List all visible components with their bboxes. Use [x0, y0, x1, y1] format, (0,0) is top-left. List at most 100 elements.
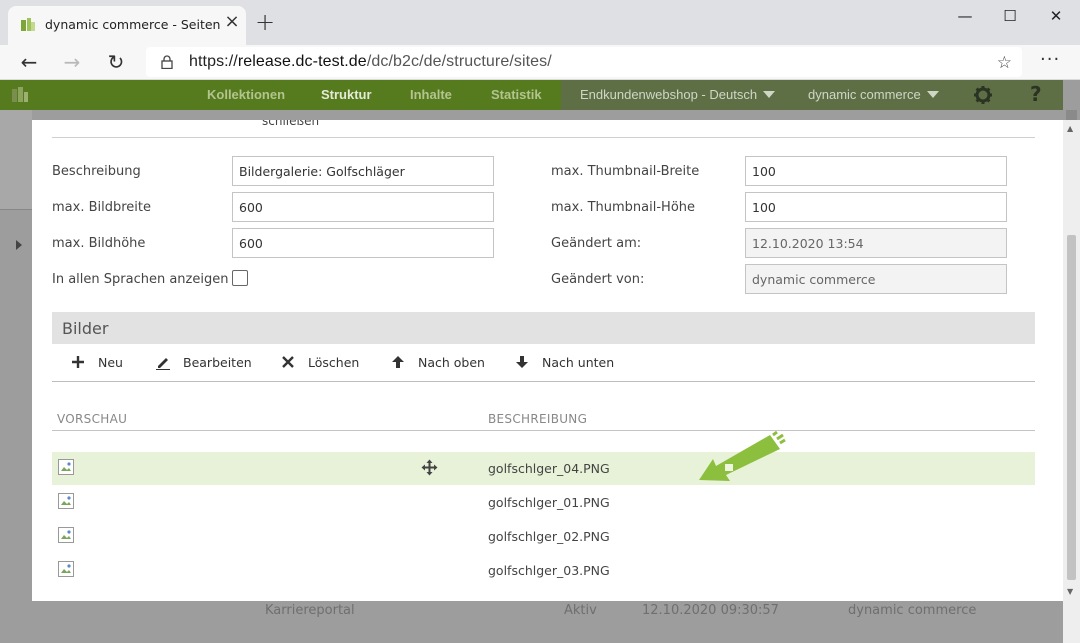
table-row[interactable]: golfschlger_01.PNG	[52, 486, 1035, 519]
bilder-section-header: Bilder	[52, 312, 1035, 344]
refresh-icon[interactable]: ↻	[103, 49, 129, 75]
delete-label: Löschen	[308, 355, 360, 370]
browser-titlebar: dynamic commerce - Seiten × + — ☐ ✕	[0, 0, 1080, 45]
broken-image-icon	[58, 459, 74, 475]
gear-icon[interactable]	[973, 85, 993, 105]
back-icon[interactable]: ←	[16, 49, 42, 75]
table-row[interactable]: golfschlger_02.PNG	[52, 520, 1035, 553]
url-prefix: https://	[189, 53, 238, 70]
all-languages-label: In allen Sprachen anzeigen	[52, 272, 229, 287]
max-bildhoehe-field[interactable]: 600	[232, 228, 494, 258]
geaendert-am-field: 12.10.2020 13:54	[745, 228, 1007, 258]
page-scrollbar-top	[1063, 80, 1080, 120]
section-title: Bilder	[62, 319, 109, 338]
max-thumbnail-hoehe-label: max. Thumbnail-Höhe	[551, 200, 696, 215]
bg-row-name: Karriereportal	[265, 603, 355, 618]
move-down-button[interactable]: Nach unten	[514, 354, 614, 374]
image-gallery-dialog: schließen Beschreibung Bildergalerie: Go…	[32, 120, 1063, 601]
scroll-up-icon[interactable]: ▲	[1067, 124, 1073, 133]
favorite-star-icon[interactable]: ☆	[997, 53, 1012, 73]
address-bar[interactable]: https://release.dc-test.de/dc/b2c/de/str…	[146, 47, 1022, 77]
nav-kollektionen[interactable]: Kollektionen	[207, 87, 285, 102]
maximize-icon[interactable]: ☐	[995, 6, 1025, 26]
geaendert-von-label: Geändert von:	[551, 272, 645, 287]
max-bildhoehe-label: max. Bildhöhe	[52, 236, 146, 251]
divider	[52, 430, 1035, 431]
url-path: /dc/b2c/de/structure/sites/	[366, 53, 552, 70]
col-beschreibung[interactable]: BESCHREIBUNG	[488, 412, 587, 426]
navbar-right: Endkundenwebshop - Deutsch dynamic comme…	[561, 80, 1080, 110]
user-menu[interactable]: dynamic commerce	[808, 87, 939, 102]
scrollbar-thumb[interactable]	[1067, 235, 1076, 580]
max-thumbnail-hoehe-field[interactable]: 100	[745, 192, 1007, 222]
beschreibung-field[interactable]: Bildergalerie: Golfschläger	[232, 156, 494, 186]
col-vorschau[interactable]: VORSCHAU	[57, 412, 127, 426]
geaendert-von-field: dynamic commerce	[745, 264, 1007, 294]
url-text: https://release.dc-test.de/dc/b2c/de/str…	[189, 53, 552, 71]
beschreibung-label: Beschreibung	[52, 164, 141, 179]
pointer-arrow-icon	[699, 431, 786, 481]
row-description: golfschlger_03.PNG	[488, 563, 610, 578]
chevron-down-icon	[763, 91, 776, 98]
arrow-up-icon	[392, 356, 404, 368]
help-icon[interactable]: ?	[1030, 82, 1042, 106]
new-label: Neu	[98, 355, 123, 370]
move-down-label: Nach unten	[542, 355, 615, 370]
move-up-label: Nach oben	[418, 355, 485, 370]
max-thumbnail-breite-label: max. Thumbnail-Breite	[551, 164, 700, 179]
url-host: release.dc-test.de	[237, 53, 367, 70]
shop-selector[interactable]: Endkundenwebshop - Deutsch	[580, 87, 776, 102]
dynamic-commerce-logo	[12, 87, 28, 102]
edit-label: Bearbeiten	[183, 355, 252, 370]
minimize-icon[interactable]: —	[950, 6, 980, 26]
divider	[52, 137, 1035, 138]
broken-image-icon	[58, 493, 74, 509]
shop-selector-label: Endkundenwebshop - Deutsch	[580, 87, 758, 102]
tab-close-icon[interactable]: ×	[223, 13, 241, 31]
table-row[interactable]: golfschlger_03.PNG	[52, 554, 1035, 587]
tab-title: dynamic commerce - Seiten	[45, 17, 221, 32]
move-handle-icon[interactable]	[421, 459, 438, 476]
nav-inhalte[interactable]: Inhalte	[410, 87, 452, 102]
new-button[interactable]: Neu	[70, 354, 123, 374]
forward-icon[interactable]: →	[59, 49, 85, 75]
nav-statistik[interactable]: Statistik	[491, 87, 542, 102]
browser-tab[interactable]: dynamic commerce - Seiten ×	[8, 6, 246, 45]
bg-row-user: dynamic commerce	[848, 603, 977, 618]
row-description: golfschlger_02.PNG	[488, 529, 610, 544]
arrow-down-icon	[516, 356, 528, 368]
chevron-right-icon	[16, 240, 22, 250]
row-description: golfschlger_04.PNG	[488, 461, 610, 476]
browser-toolbar: ← → ↻ https://release.dc-test.de/dc/b2c/…	[0, 45, 1080, 80]
divider	[52, 381, 1035, 382]
close-link[interactable]: schließen	[262, 120, 319, 128]
broken-image-icon	[58, 561, 74, 577]
max-thumbnail-breite-field[interactable]: 100	[745, 156, 1007, 186]
pencil-icon	[156, 358, 170, 370]
plus-icon	[72, 356, 84, 368]
dynamic-commerce-favicon-icon	[21, 18, 35, 31]
app-navbar: Kollektionen Struktur Inhalte Statistik …	[0, 80, 1080, 110]
close-icon	[282, 356, 294, 368]
row-description: golfschlger_01.PNG	[488, 495, 610, 510]
max-bildbreite-field[interactable]: 600	[232, 192, 494, 222]
dialog-scrollbar[interactable]: ▲ ▼	[1063, 120, 1080, 643]
new-tab-icon[interactable]: +	[254, 10, 276, 34]
user-menu-label: dynamic commerce	[808, 87, 921, 102]
bg-row-date: 12.10.2020 09:30:57	[642, 603, 779, 618]
edit-button[interactable]: Bearbeiten	[155, 354, 252, 374]
close-window-icon[interactable]: ✕	[1041, 6, 1071, 26]
bg-row-status: Aktiv	[564, 603, 597, 618]
scroll-down-icon[interactable]: ▼	[1067, 587, 1073, 596]
background-sidebar	[0, 110, 32, 210]
geaendert-am-label: Geändert am:	[551, 236, 642, 251]
nav-struktur[interactable]: Struktur	[321, 87, 372, 102]
move-up-button[interactable]: Nach oben	[390, 354, 485, 374]
broken-image-icon	[58, 527, 74, 543]
chevron-down-icon	[926, 91, 939, 98]
all-languages-checkbox[interactable]	[232, 270, 248, 286]
delete-button[interactable]: Löschen	[280, 354, 359, 374]
max-bildbreite-label: max. Bildbreite	[52, 200, 151, 215]
table-row[interactable]: golfschlger_04.PNG	[52, 452, 1035, 485]
more-menu-icon[interactable]: ···	[1040, 49, 1060, 70]
